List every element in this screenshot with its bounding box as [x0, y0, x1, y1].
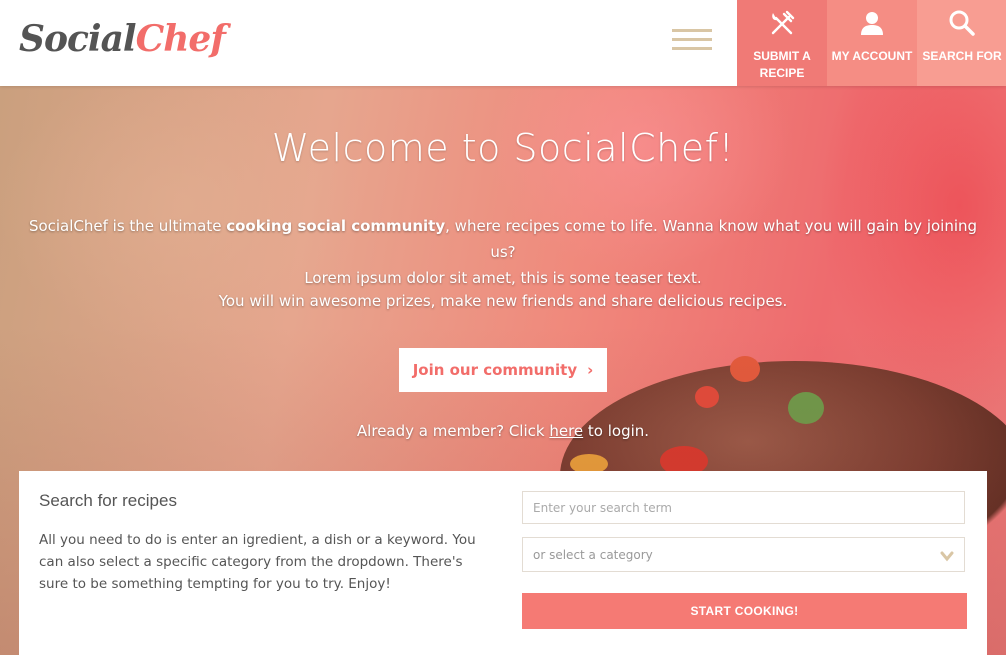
intro-text: SocialChef is the ultimate — [28, 217, 227, 235]
category-select-value: or select a category — [533, 548, 653, 562]
intro-text: , where recipes come to life. Wanna know… — [445, 217, 978, 261]
search-for-button[interactable]: SEARCH FOR — [917, 0, 1006, 86]
site-header: SocialChef SUBMIT A RECIPE MY ACCOUNT SE… — [0, 0, 1006, 86]
logo-text-social: Social — [19, 18, 137, 60]
category-select[interactable]: or select a category — [522, 537, 965, 572]
join-button-label: Join our community — [412, 361, 578, 379]
start-cooking-button[interactable]: START COOKING! — [522, 593, 967, 629]
intro-highlight: cooking social community — [226, 217, 446, 235]
menu-toggle-button[interactable] — [672, 29, 712, 50]
join-community-button[interactable]: Join our community › — [399, 348, 607, 392]
chevron-right-icon: › — [587, 361, 594, 379]
hamburger-bar — [672, 47, 712, 50]
search-title: Search for recipes — [39, 491, 177, 510]
submit-recipe-button[interactable]: SUBMIT A RECIPE — [737, 0, 827, 86]
my-account-button[interactable]: MY ACCOUNT — [827, 0, 917, 86]
search-icon — [949, 10, 975, 36]
nav-label: SUBMIT A RECIPE — [753, 49, 811, 80]
logo[interactable]: SocialChef — [19, 14, 226, 64]
hero-prizes-text: You will win awesome prizes, make new fr… — [218, 292, 788, 310]
nav-label: SEARCH FOR — [922, 49, 1002, 63]
login-link[interactable]: here — [549, 422, 583, 440]
login-prompt: Already a member? Click here to login. — [0, 422, 1006, 440]
user-icon — [861, 12, 883, 35]
nav-label: MY ACCOUNT — [831, 49, 913, 63]
hamburger-bar — [672, 38, 712, 41]
logo-text-chef: Chef — [135, 18, 226, 60]
search-input[interactable] — [522, 491, 965, 524]
fork-knife-icon — [771, 10, 795, 35]
hero-intro: SocialChef is the ultimate cooking socia… — [20, 213, 986, 291]
login-text: to login. — [583, 422, 650, 440]
recipe-search-panel: Search for recipes All you need to do is… — [19, 471, 987, 655]
login-text: Already a member? Click — [356, 422, 550, 440]
search-description: All you need to do is enter an igredient… — [39, 532, 476, 592]
hamburger-bar — [672, 29, 712, 32]
chevron-down-icon — [940, 551, 954, 562]
intro-teaser: Lorem ipsum dolor sit amet, this is some… — [304, 269, 702, 287]
hero-title: Welcome to SocialChef! — [271, 126, 735, 170]
